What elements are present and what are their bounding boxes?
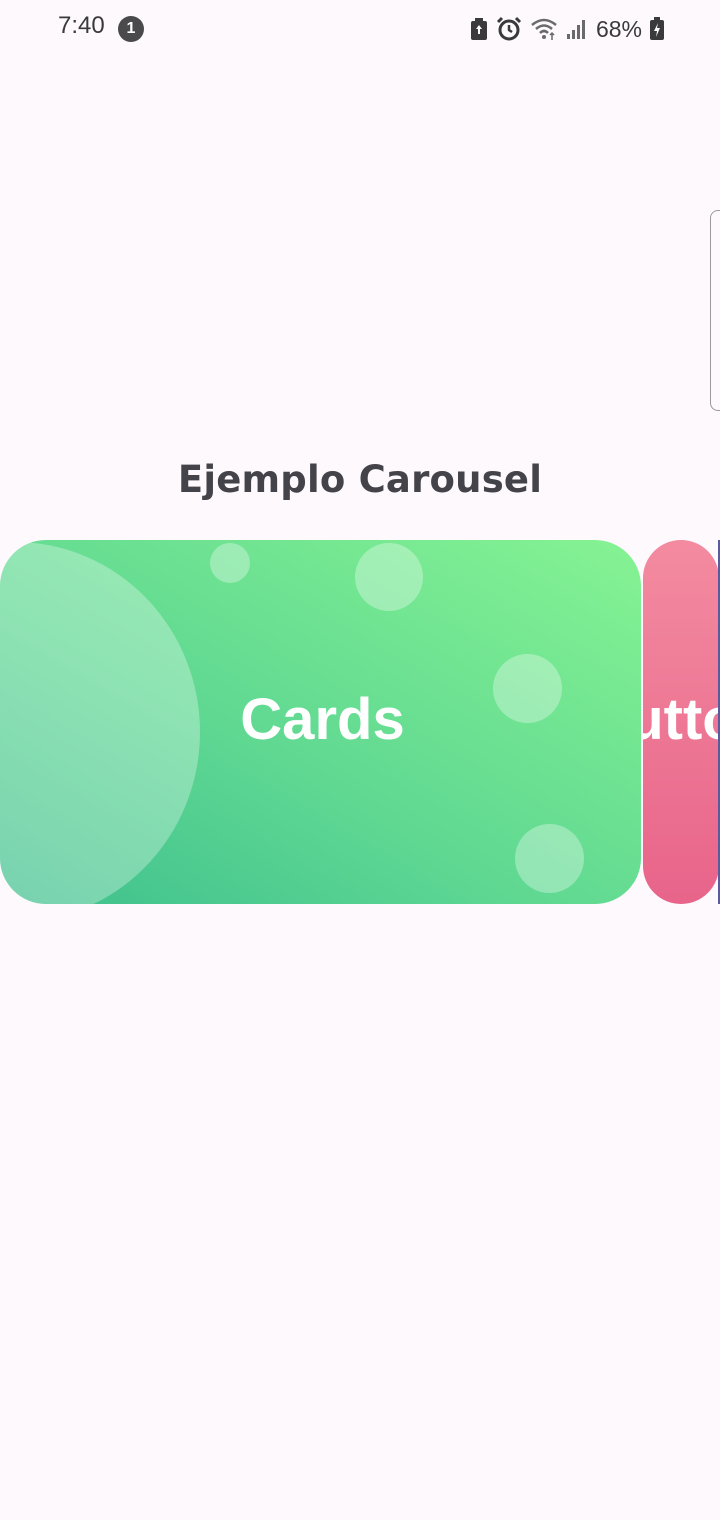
- status-time: 7:40: [58, 12, 105, 39]
- battery-saver-icon: [470, 17, 488, 41]
- edge-panel-handle[interactable]: [710, 210, 720, 411]
- carousel-card-cards[interactable]: [0, 540, 641, 904]
- battery-charging-icon: [650, 17, 664, 41]
- wifi-icon: [530, 17, 558, 41]
- screen: 7:40 1 68% Ejemplo Carousel Cards utt: [0, 0, 720, 1520]
- page-title: Ejemplo Carousel: [177, 458, 543, 501]
- signal-icon: [566, 18, 586, 40]
- carousel-card-buttons[interactable]: utto: [643, 540, 719, 904]
- status-icons: 68%: [470, 14, 664, 44]
- carousel-card-label: utto: [643, 687, 719, 752]
- battery-percent: 68%: [595, 15, 642, 42]
- status-bar: 7:40 1 68%: [0, 0, 720, 58]
- alarm-icon: [496, 16, 522, 42]
- notification-count-badge: 1: [118, 16, 144, 42]
